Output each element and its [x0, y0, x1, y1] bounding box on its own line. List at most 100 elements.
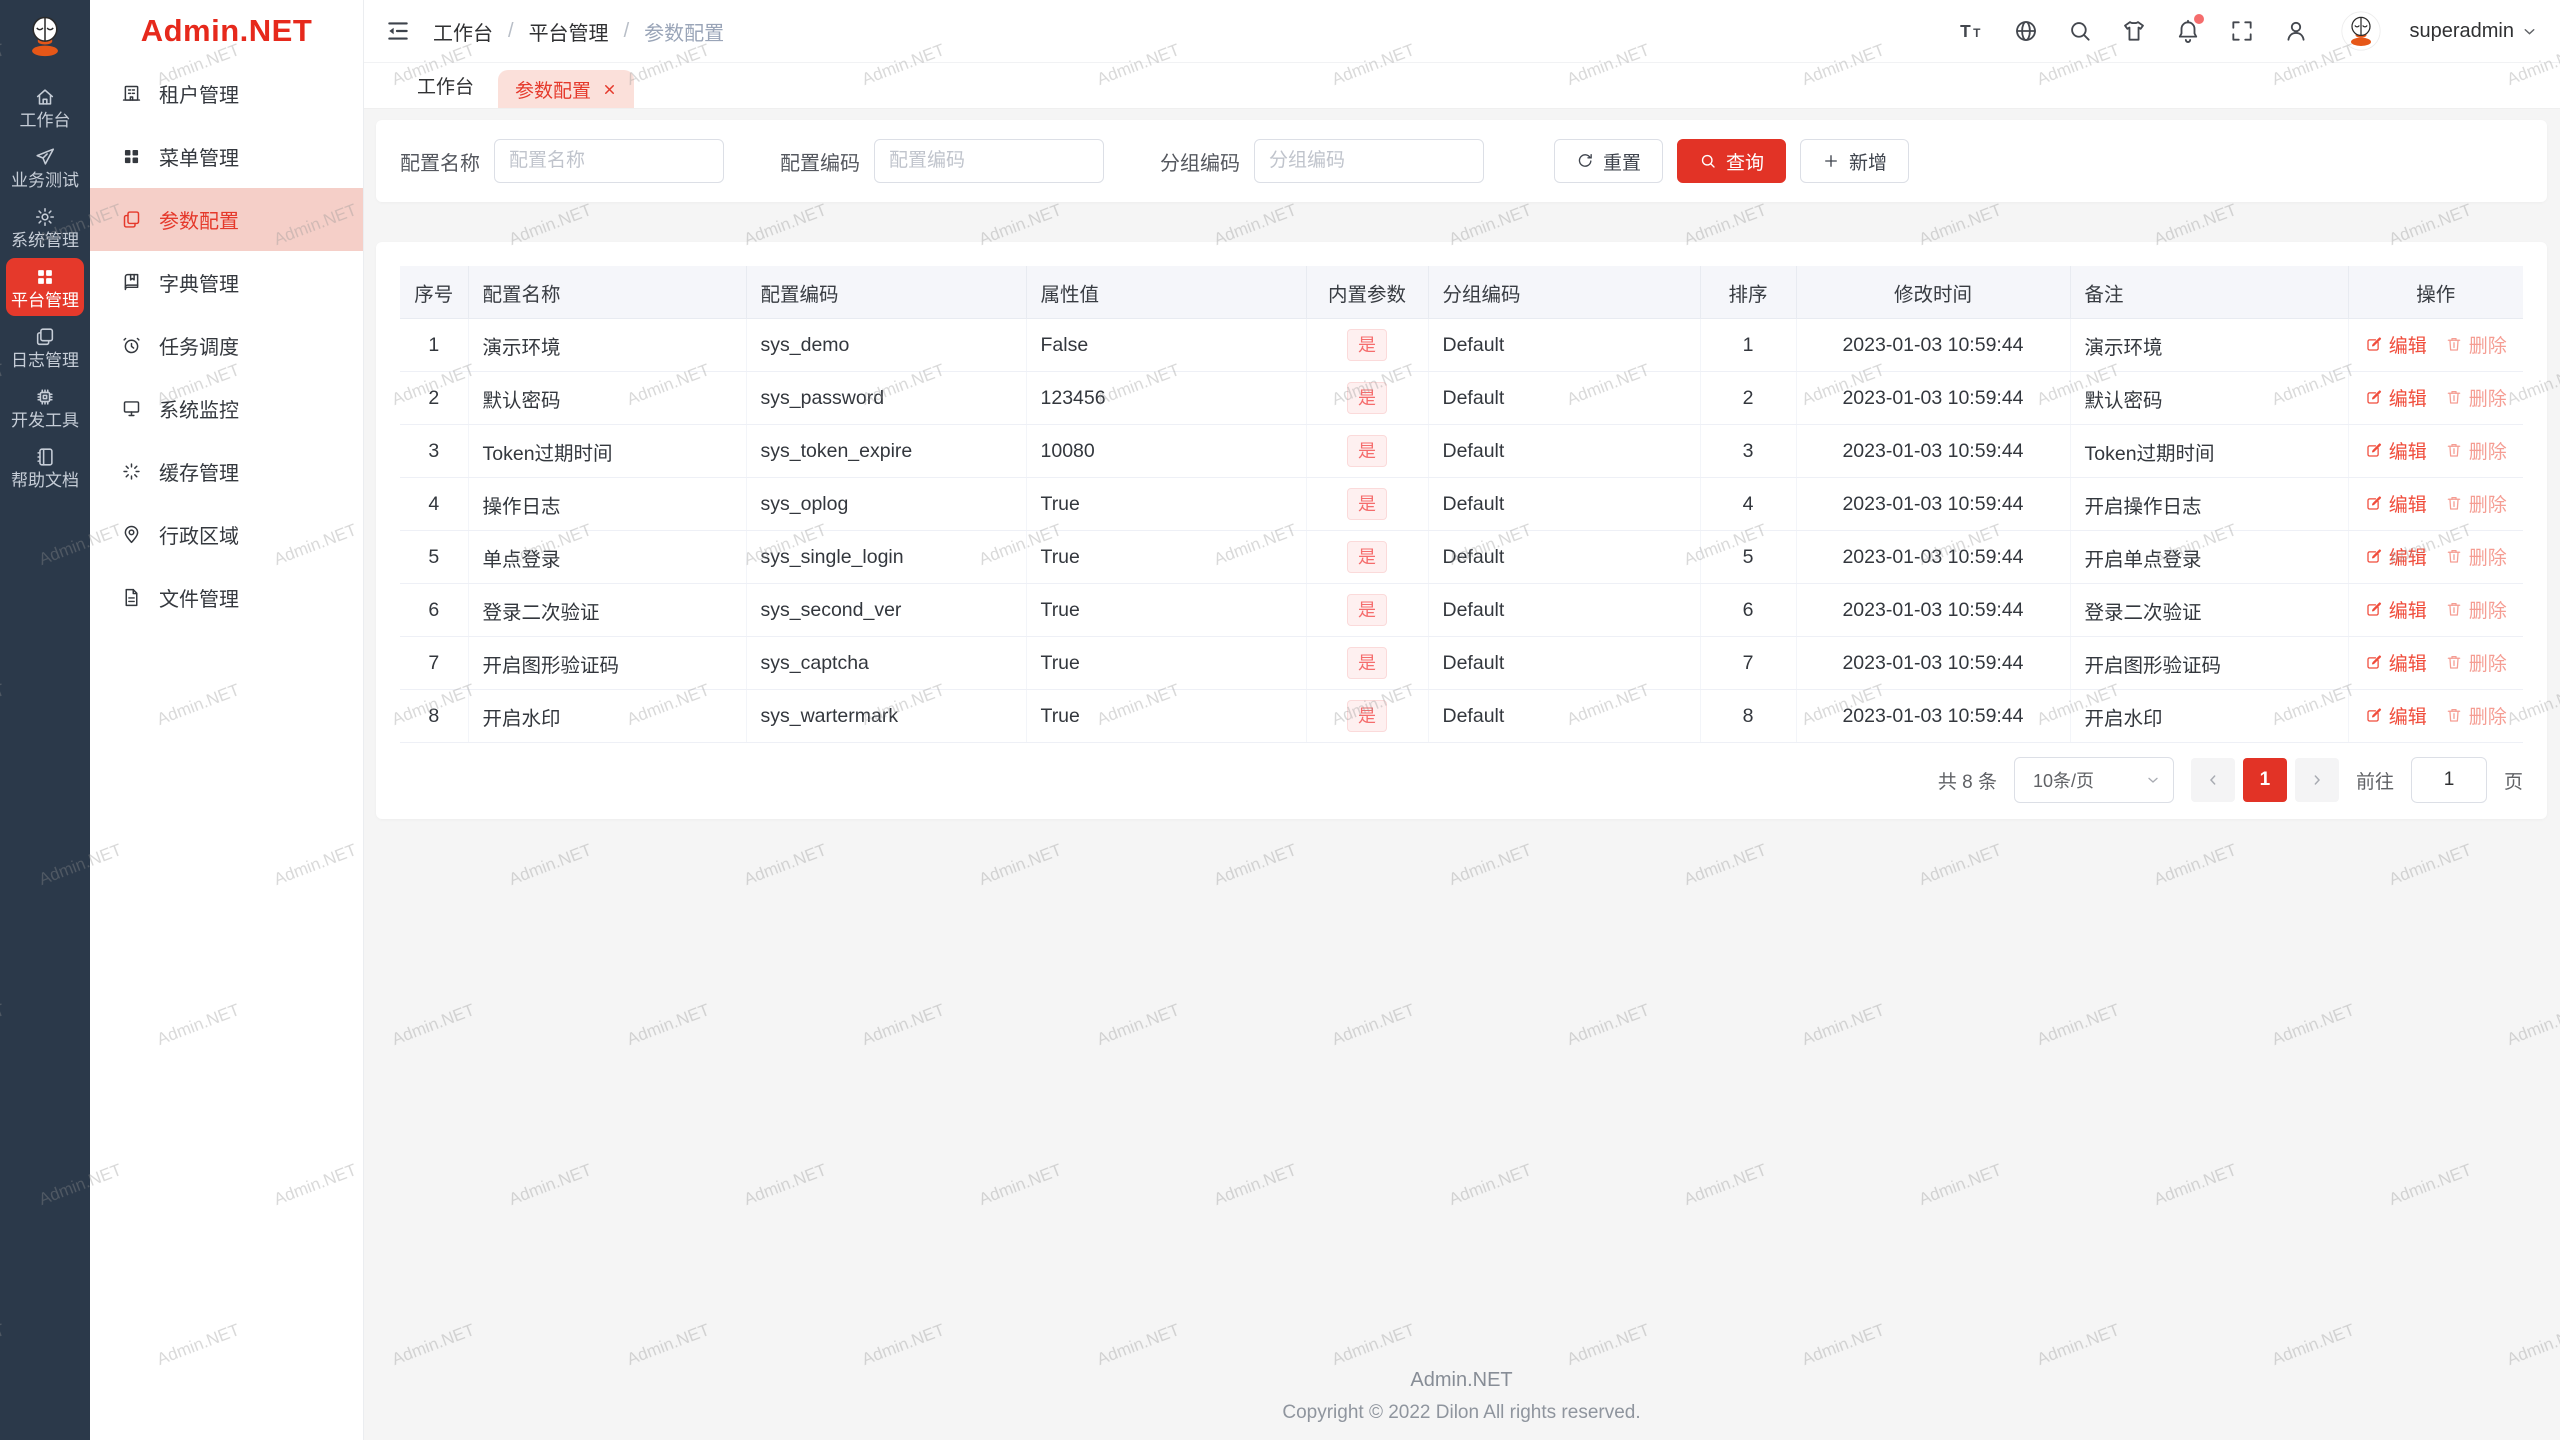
ops-cell: 编辑 删除 — [2348, 583, 2523, 637]
user-menu[interactable]: superadmin — [2409, 20, 2538, 43]
font-size-icon[interactable]: TT — [1959, 18, 1985, 44]
sidebar-item-admin-region[interactable]: 行政区域 — [90, 503, 363, 566]
breadcrumb-item[interactable]: 工作台 — [433, 17, 493, 46]
code-cell: sys_captcha — [746, 636, 1027, 690]
ops-cell: 编辑 删除 — [2348, 636, 2523, 690]
sidebar-item-task-schedule[interactable]: 任务调度 — [90, 314, 363, 377]
sidebar-item-system-monitor[interactable]: 系统监控 — [90, 377, 363, 440]
tab-param-config[interactable]: 参数配置 — [498, 70, 635, 108]
prev-page-button[interactable] — [2190, 758, 2235, 802]
filter-label: 配置编码 — [780, 152, 860, 175]
sidebar-item-label: 租户管理 — [159, 85, 239, 107]
svg-text:T: T — [1961, 21, 1972, 41]
index-cell: 6 — [400, 583, 469, 637]
edit-button[interactable]: 编辑 — [2365, 384, 2427, 411]
file-icon — [121, 587, 142, 608]
edit-button[interactable]: 编辑 — [2365, 331, 2427, 358]
delete-button[interactable]: 删除 — [2445, 331, 2507, 358]
app-rail: 工作台 业务测试 系统管理 平台管理 日志管理 开发工具 帮助文档 — [0, 0, 90, 1440]
close-icon[interactable] — [602, 82, 617, 97]
sidebar-item-cache-mgmt[interactable]: 缓存管理 — [90, 440, 363, 503]
delete-button[interactable]: 删除 — [2445, 437, 2507, 464]
group-cell: Default — [1428, 530, 1701, 584]
edit-button[interactable]: 编辑 — [2365, 437, 2427, 464]
gear-icon — [34, 206, 56, 228]
profile-icon[interactable] — [2283, 18, 2309, 44]
username: superadmin — [2409, 19, 2514, 42]
breadcrumb-item[interactable]: 平台管理 — [529, 17, 609, 46]
sidebar-item-label: 参数配置 — [159, 211, 239, 233]
ops-cell: 编辑 删除 — [2348, 530, 2523, 584]
rail-item-system-mgmt[interactable]: 系统管理 — [6, 198, 84, 256]
delete-button[interactable]: 删除 — [2445, 649, 2507, 676]
config-table: 序号 配置名称 配置编码 属性值 内置参数 分组编码 排序 修改时间 备注 操作 1 演示环境 sys… — [400, 266, 2523, 743]
rail-item-help-docs[interactable]: 帮助文档 — [6, 438, 84, 496]
column-header: 内置参数 — [1306, 266, 1429, 319]
sidebar-item-dict-mgmt[interactable]: 字典管理 — [90, 251, 363, 314]
code-cell: sys_password — [746, 371, 1027, 425]
goto-page-input[interactable] — [2410, 757, 2487, 803]
add-button[interactable]: 新增 — [1800, 139, 1910, 183]
delete-button[interactable]: 删除 — [2445, 543, 2507, 570]
config-name-input[interactable] — [494, 139, 724, 183]
brand-title: Admin.NET — [140, 13, 313, 48]
sidebar-item-tenant-mgmt[interactable]: 租户管理 — [90, 62, 363, 125]
time-cell: 2023-01-03 10:59:44 — [1796, 371, 2071, 425]
avatar[interactable] — [2341, 11, 2382, 51]
group-cell: Default — [1428, 477, 1701, 531]
sidebar-item-label: 系统监控 — [159, 400, 239, 422]
index-cell: 1 — [400, 318, 469, 372]
rail-item-dev-tools[interactable]: 开发工具 — [6, 378, 84, 436]
spark-icon — [121, 461, 142, 482]
sidebar-item-param-config[interactable]: 参数配置 — [90, 188, 363, 251]
search-icon[interactable] — [2067, 18, 2093, 44]
grid2-icon — [121, 146, 142, 167]
tab-label: 参数配置 — [515, 80, 592, 102]
theme-icon[interactable] — [2121, 18, 2147, 44]
next-page-button[interactable] — [2294, 758, 2339, 802]
config-code-input[interactable] — [874, 139, 1104, 183]
app-logo[interactable] — [22, 4, 68, 68]
remark-cell: 登录二次验证 — [2070, 583, 2349, 637]
edit-button[interactable]: 编辑 — [2365, 596, 2427, 623]
page: 工作台 业务测试 系统管理 平台管理 日志管理 开发工具 帮助文档 Admin.NET 租户… — [0, 0, 2560, 1440]
refresh-icon — [1578, 154, 1592, 167]
mascot-logo-icon — [32, 16, 58, 57]
delete-button[interactable]: 删除 — [2445, 384, 2507, 411]
edit-button[interactable]: 编辑 — [2365, 543, 2427, 570]
goto-label: 前往 — [2355, 771, 2394, 793]
tab-workbench[interactable]: 工作台 — [403, 63, 488, 108]
menu-fold-icon[interactable] — [385, 18, 411, 44]
rail-item-business-test[interactable]: 业务测试 — [6, 138, 84, 196]
rail-item-log-mgmt[interactable]: 日志管理 — [6, 318, 84, 376]
sort-cell: 6 — [1700, 583, 1797, 637]
group-cell: Default — [1428, 371, 1701, 425]
edit-button[interactable]: 编辑 — [2365, 702, 2427, 729]
delete-button[interactable]: 删除 — [2445, 702, 2507, 729]
search-button[interactable]: 查询 — [1677, 139, 1787, 183]
sidebar-item-menu-mgmt[interactable]: 菜单管理 — [90, 125, 363, 188]
language-icon[interactable] — [2013, 18, 2039, 44]
edit-button[interactable]: 编辑 — [2365, 490, 2427, 517]
edit-button[interactable]: 编辑 — [2365, 649, 2427, 676]
sidebar-item-file-mgmt[interactable]: 文件管理 — [90, 566, 363, 629]
builtin-tag: 是 — [1347, 381, 1387, 415]
rail-item-platform-mgmt[interactable]: 平台管理 — [6, 258, 84, 316]
column-header: 配置名称 — [468, 266, 747, 319]
index-cell: 4 — [400, 477, 469, 531]
builtin-tag: 是 — [1347, 540, 1387, 574]
fullscreen-icon[interactable] — [2229, 18, 2255, 44]
page-number-1[interactable]: 1 — [2242, 758, 2287, 802]
index-cell: 3 — [400, 424, 469, 478]
sort-cell: 5 — [1700, 530, 1797, 584]
time-cell: 2023-01-03 10:59:44 — [1796, 477, 2071, 531]
group-code-input[interactable] — [1254, 139, 1484, 183]
delete-button[interactable]: 删除 — [2445, 490, 2507, 517]
column-header: 分组编码 — [1428, 266, 1701, 319]
reset-button[interactable]: 重置 — [1554, 139, 1664, 183]
notification-icon[interactable] — [2175, 14, 2205, 44]
page-size-select[interactable]: 10条/页 — [2013, 757, 2174, 803]
index-cell: 5 — [400, 530, 469, 584]
rail-item-workbench[interactable]: 工作台 — [6, 78, 84, 136]
delete-button[interactable]: 删除 — [2445, 596, 2507, 623]
